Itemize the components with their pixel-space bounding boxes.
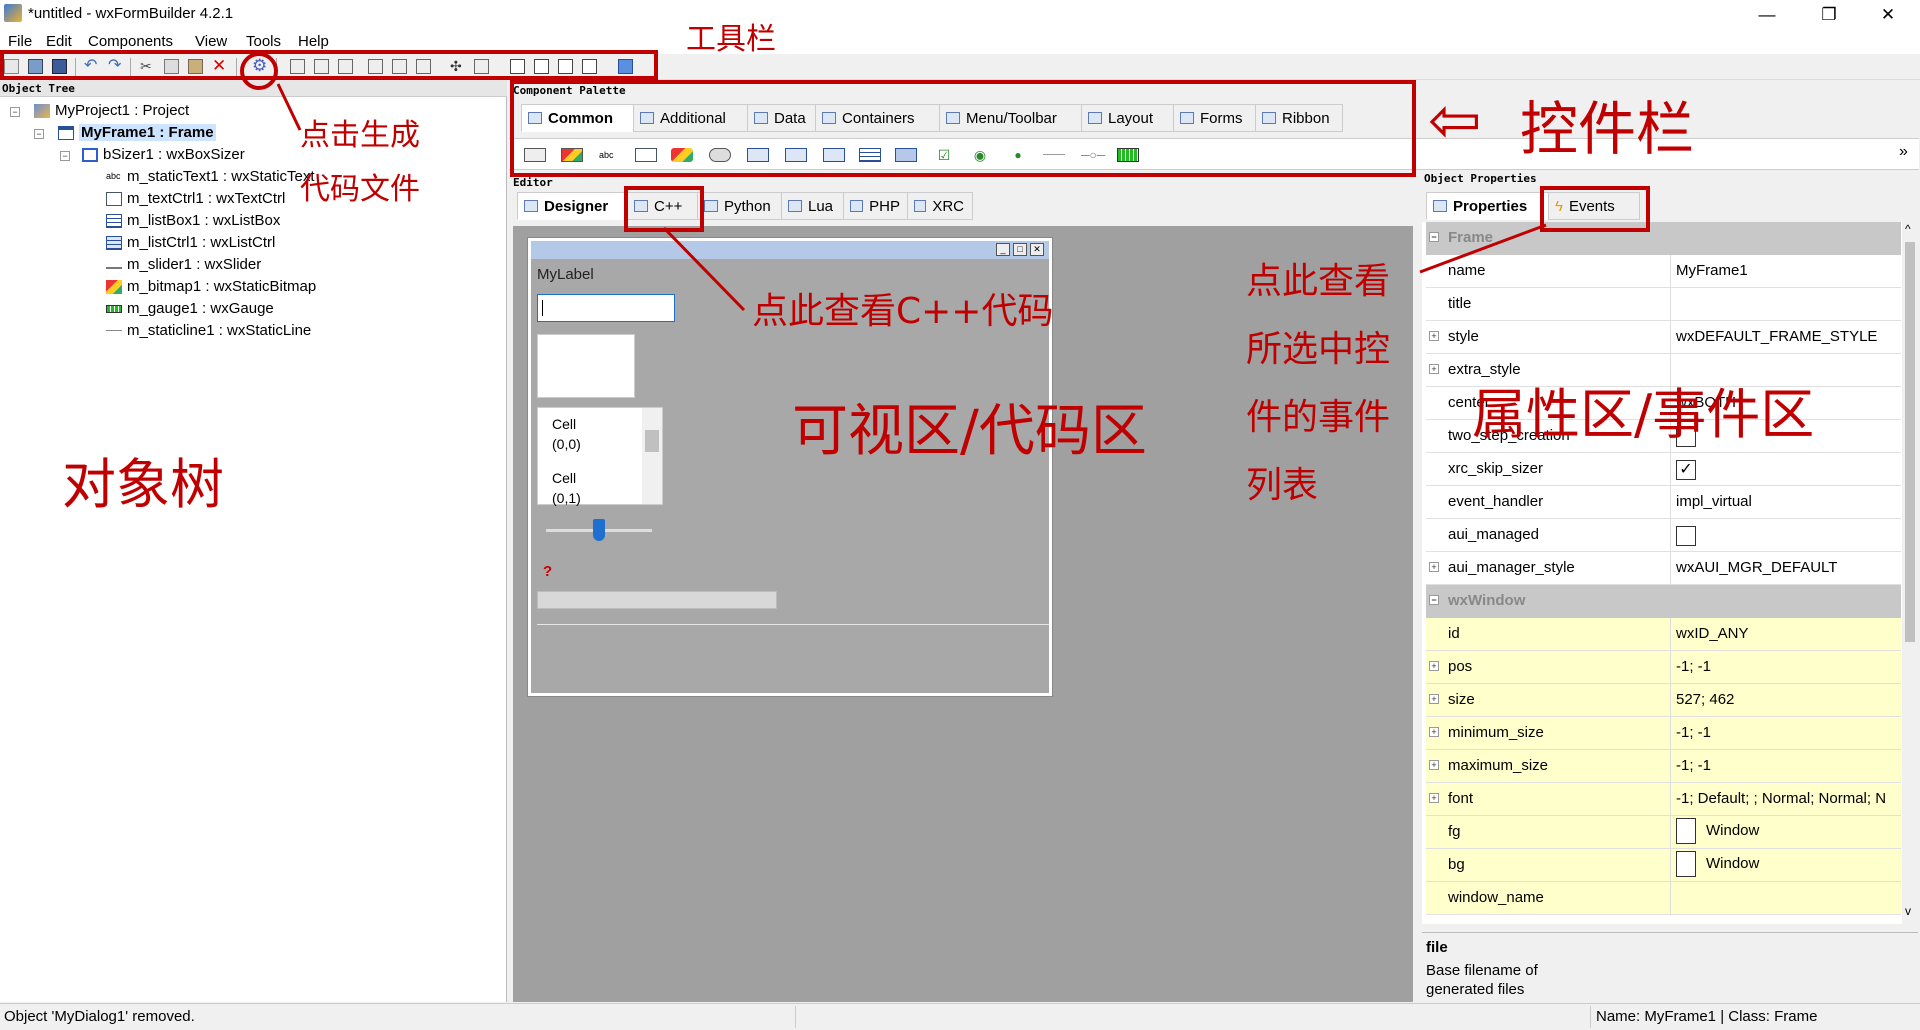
annotation-generate-line1: 点击生成 [300, 118, 420, 153]
annotation-palette-arrow: ⇦ [1428, 84, 1482, 158]
annotation-props: 属性区/事件区 [1472, 383, 1815, 446]
annotation-events-line1: 点此查看 [1246, 261, 1391, 302]
annotation-toolbar: 工具栏 [686, 22, 776, 57]
annotation-generate-line2: 代码文件 [300, 172, 420, 207]
annotation-events-line4: 列表 [1246, 465, 1319, 506]
annotation-events-line3: 件的事件 [1246, 397, 1391, 438]
annotation-view-cpp: 点此查看C++代码 [752, 291, 1054, 332]
annotation-visual: 可视区/代码区 [792, 399, 1147, 464]
annotation-tree: 对象树 [62, 453, 224, 516]
annotation-palette: 控件栏 [1520, 95, 1695, 163]
annotation-events-line2: 所选中控 [1246, 329, 1391, 370]
